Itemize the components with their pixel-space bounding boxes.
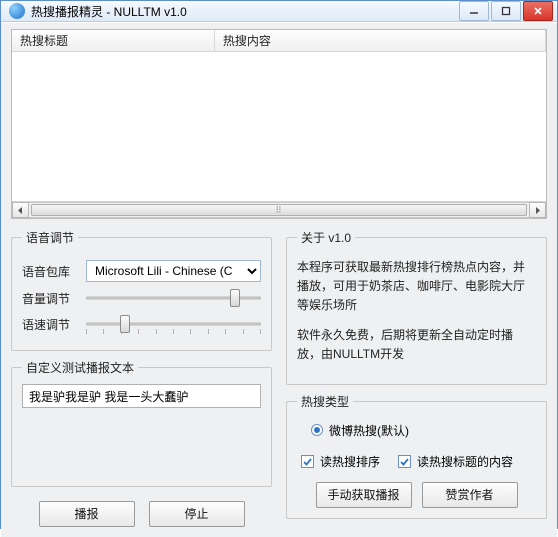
- scroll-track[interactable]: ⠿: [29, 202, 529, 218]
- weibo-radio-label: 微博热搜(默认): [329, 422, 409, 439]
- left-column: 语音调节 语音包库 Microsoft Lili - Chinese (C 音量…: [11, 229, 272, 527]
- check-read-title-content[interactable]: 读热搜标题的内容: [398, 453, 513, 470]
- praise-author-button[interactable]: 赞赏作者: [422, 482, 518, 508]
- minimize-button[interactable]: [459, 1, 489, 21]
- lower-columns: 语音调节 语音包库 Microsoft Lili - Chinese (C 音量…: [11, 229, 547, 527]
- hot-listview[interactable]: 热搜标题 热搜内容 ⠿: [11, 29, 547, 219]
- right-column: 关于 v1.0 本程序可获取最新热搜排行榜热点内容，并播放，可用于奶茶店、咖啡厅…: [286, 229, 547, 527]
- hot-type-group: 热搜类型 微博热搜(默认) 读热搜排序 读热搜标题的内容: [286, 393, 547, 519]
- voice-settings-legend: 语音调节: [22, 229, 78, 246]
- window-buttons: [459, 1, 553, 21]
- rate-row: 语速调节: [22, 314, 261, 334]
- check-read-rank[interactable]: 读热搜排序: [301, 453, 380, 470]
- custom-text-legend: 自定义测试播报文本: [22, 359, 138, 376]
- scroll-left-button[interactable]: [12, 202, 29, 218]
- column-header-title[interactable]: 热搜标题: [12, 30, 215, 51]
- maximize-icon: [501, 6, 511, 16]
- rate-slider[interactable]: [86, 314, 261, 334]
- maximize-button[interactable]: [491, 1, 521, 21]
- app-window: 热搜播报精灵 - NULLTM v1.0 热搜标题 热搜内容: [0, 0, 558, 529]
- hot-type-legend: 热搜类型: [297, 393, 353, 410]
- voice-pack-select[interactable]: Microsoft Lili - Chinese (C: [86, 260, 261, 282]
- custom-text-group: 自定义测试播报文本: [11, 359, 272, 487]
- manual-fetch-button[interactable]: 手动获取播报: [316, 482, 412, 508]
- voice-settings-group: 语音调节 语音包库 Microsoft Lili - Chinese (C 音量…: [11, 229, 272, 351]
- voice-pack-label: 语音包库: [22, 263, 78, 280]
- check-read-rank-label: 读热搜排序: [320, 453, 380, 470]
- about-paragraph-2: 软件永久免费，后期将更新全自动定时播放，由NULLTM开发: [297, 326, 536, 364]
- volume-knob[interactable]: [230, 289, 240, 307]
- slider-ticks: [86, 329, 261, 335]
- about-text: 本程序可获取最新热搜排行榜热点内容，并播放，可用于奶茶店、咖啡厅、电影院大厅等娱…: [297, 258, 536, 364]
- chevron-right-icon: [534, 207, 541, 214]
- about-group: 关于 v1.0 本程序可获取最新热搜排行榜热点内容，并播放，可用于奶茶店、咖啡厅…: [286, 229, 547, 385]
- voice-pack-row: 语音包库 Microsoft Lili - Chinese (C: [22, 260, 261, 282]
- check-read-title-content-label: 读热搜标题的内容: [417, 453, 513, 470]
- right-button-row: 手动获取播报 赞赏作者: [297, 482, 536, 508]
- listview-body[interactable]: [12, 52, 546, 201]
- client-area: 热搜标题 热搜内容 ⠿ 语音调节: [1, 22, 557, 537]
- volume-slider[interactable]: [86, 288, 261, 308]
- titlebar[interactable]: 热搜播报精灵 - NULLTM v1.0: [1, 1, 557, 22]
- scroll-right-button[interactable]: [529, 202, 546, 218]
- window-title: 热搜播报精灵 - NULLTM v1.0: [31, 3, 459, 20]
- column-header-content[interactable]: 热搜内容: [215, 30, 546, 51]
- horizontal-scrollbar[interactable]: ⠿: [12, 201, 546, 218]
- checkbox-icon: [398, 455, 411, 468]
- slider-rail: [86, 323, 261, 326]
- close-button[interactable]: [523, 1, 553, 21]
- close-icon: [533, 6, 543, 16]
- left-button-row: 播报 停止: [11, 501, 272, 527]
- checkbox-icon: [301, 455, 314, 468]
- volume-row: 音量调节: [22, 288, 261, 308]
- checkbox-row: 读热搜排序 读热搜标题的内容: [301, 449, 536, 474]
- app-icon: [9, 3, 25, 19]
- chevron-left-icon: [17, 207, 24, 214]
- volume-label: 音量调节: [22, 290, 78, 307]
- broadcast-button[interactable]: 播报: [39, 501, 135, 527]
- stop-button[interactable]: 停止: [149, 501, 245, 527]
- scroll-thumb[interactable]: ⠿: [31, 204, 527, 216]
- minimize-icon: [469, 6, 479, 16]
- listview-header: 热搜标题 热搜内容: [12, 30, 546, 52]
- custom-text-input[interactable]: [22, 384, 261, 408]
- rate-knob[interactable]: [120, 315, 130, 333]
- about-paragraph-1: 本程序可获取最新热搜排行榜热点内容，并播放，可用于奶茶店、咖啡厅、电影院大厅等娱…: [297, 258, 536, 316]
- radio-icon: [311, 424, 323, 436]
- weibo-radio[interactable]: 微博热搜(默认): [311, 422, 536, 439]
- rate-label: 语速调节: [22, 316, 78, 333]
- about-legend: 关于 v1.0: [297, 229, 355, 246]
